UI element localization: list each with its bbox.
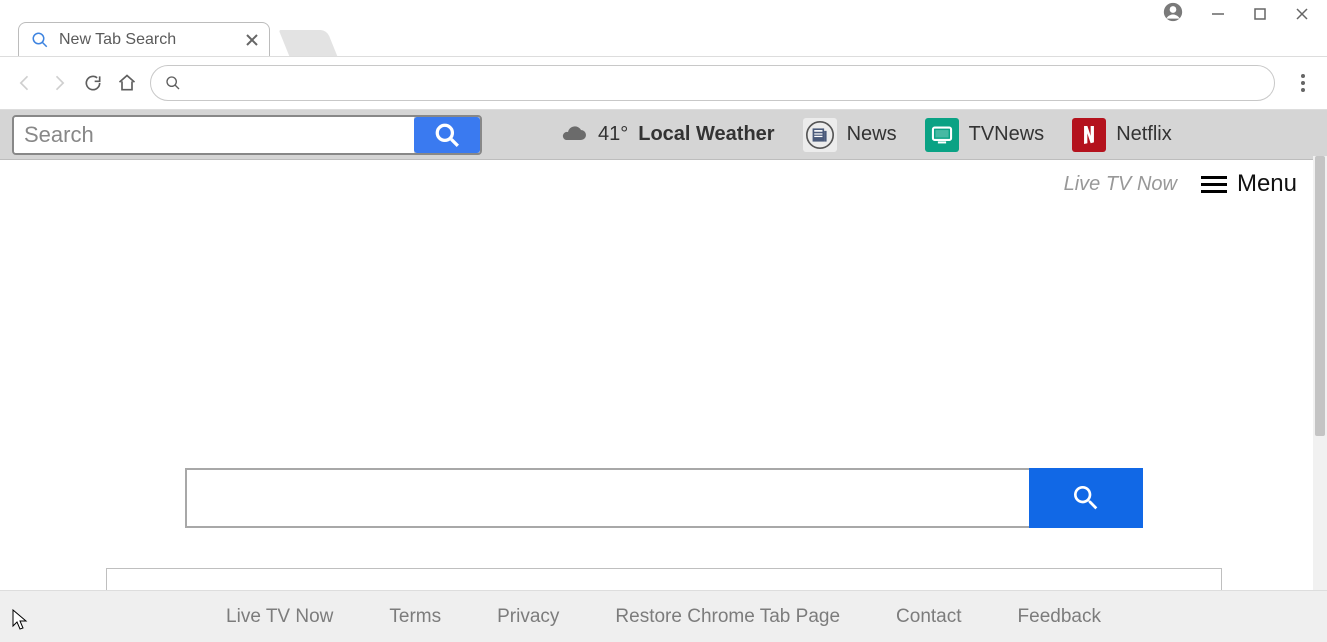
cursor-icon bbox=[12, 609, 28, 636]
back-button[interactable] bbox=[14, 72, 36, 94]
tvnews-label: TVNews bbox=[969, 123, 1045, 146]
footer-link-live-tv[interactable]: Live TV Now bbox=[226, 606, 333, 628]
toolbar-search-input[interactable] bbox=[14, 117, 414, 153]
new-tab-button[interactable] bbox=[279, 30, 338, 56]
home-button[interactable] bbox=[116, 72, 138, 94]
search-icon bbox=[165, 75, 181, 91]
center-search-button[interactable] bbox=[1029, 468, 1143, 528]
address-bar[interactable] bbox=[150, 65, 1275, 101]
vertical-scrollbar[interactable] bbox=[1313, 156, 1327, 590]
browser-tab[interactable]: New Tab Search bbox=[18, 22, 270, 56]
center-search-input[interactable] bbox=[185, 468, 1029, 528]
tab-bar: New Tab Search bbox=[0, 0, 1327, 56]
netflix-link[interactable]: Netflix bbox=[1072, 118, 1172, 152]
account-icon[interactable] bbox=[1163, 2, 1183, 27]
news-icon bbox=[803, 118, 837, 152]
toolbar-search bbox=[12, 115, 482, 155]
netflix-icon bbox=[1072, 118, 1106, 152]
search-icon bbox=[31, 31, 49, 49]
footer-bar: Live TV Now Terms Privacy Restore Chrome… bbox=[0, 590, 1327, 642]
forward-button[interactable] bbox=[48, 72, 70, 94]
tab-title: New Tab Search bbox=[59, 31, 176, 49]
window-close-button[interactable] bbox=[1295, 7, 1309, 21]
window-maximize-button[interactable] bbox=[1253, 7, 1267, 21]
toolbar-search-button[interactable] bbox=[414, 117, 480, 153]
hamburger-icon bbox=[1201, 172, 1227, 197]
extension-toolbar: 41° Local Weather News TVNews Netflix bbox=[0, 110, 1327, 160]
news-link[interactable]: News bbox=[803, 118, 897, 152]
live-tv-now-text: Live TV Now bbox=[1064, 173, 1177, 196]
menu-label: Menu bbox=[1237, 170, 1297, 198]
reload-button[interactable] bbox=[82, 72, 104, 94]
weather-link[interactable]: 41° Local Weather bbox=[558, 123, 775, 146]
weather-label: Local Weather bbox=[638, 123, 774, 146]
page-content: Live TV Now Menu bbox=[0, 160, 1327, 616]
footer-link-contact[interactable]: Contact bbox=[896, 606, 961, 628]
netflix-label: Netflix bbox=[1116, 123, 1172, 146]
center-search bbox=[185, 468, 1143, 528]
browser-menu-button[interactable] bbox=[1293, 72, 1313, 94]
search-icon bbox=[1070, 482, 1102, 514]
footer-link-restore[interactable]: Restore Chrome Tab Page bbox=[615, 606, 840, 628]
page-menu-button[interactable]: Menu bbox=[1201, 170, 1297, 198]
tv-icon bbox=[925, 118, 959, 152]
close-tab-icon[interactable] bbox=[245, 33, 259, 47]
temperature-value: 41° bbox=[598, 123, 628, 146]
address-input[interactable] bbox=[189, 75, 1260, 92]
search-icon bbox=[434, 122, 460, 148]
footer-link-feedback[interactable]: Feedback bbox=[1018, 606, 1101, 628]
news-label: News bbox=[847, 123, 897, 146]
footer-link-terms[interactable]: Terms bbox=[389, 606, 441, 628]
tvnews-link[interactable]: TVNews bbox=[925, 118, 1045, 152]
footer-link-privacy[interactable]: Privacy bbox=[497, 606, 559, 628]
cloud-icon bbox=[558, 125, 588, 145]
window-minimize-button[interactable] bbox=[1211, 7, 1225, 21]
navigation-bar bbox=[0, 56, 1327, 110]
scrollbar-thumb[interactable] bbox=[1315, 156, 1325, 436]
